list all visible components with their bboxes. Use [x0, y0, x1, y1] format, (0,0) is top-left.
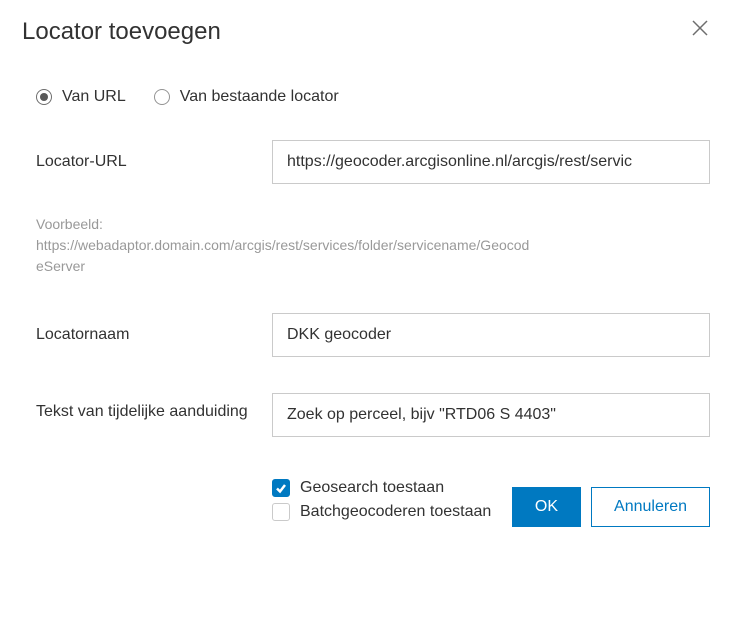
- example-label: Voorbeeld:: [36, 216, 103, 232]
- add-locator-dialog: Locator toevoegen Van URL Van bestaande …: [0, 0, 732, 543]
- batch-label: Batchgeocoderen toestaan: [300, 503, 491, 521]
- row-placeholder-text: Tekst van tijdelijke aanduiding: [36, 393, 710, 437]
- locator-name-input[interactable]: [272, 313, 710, 357]
- row-locator-url: Locator-URL: [36, 140, 710, 184]
- checkbox-icon: [272, 503, 290, 521]
- radio-label: Van URL: [62, 88, 126, 106]
- locator-url-input[interactable]: [272, 140, 710, 184]
- checkbox-icon: [272, 479, 290, 497]
- source-radio-group: Van URL Van bestaande locator: [36, 88, 710, 106]
- radio-icon: [36, 89, 52, 105]
- placeholder-text-input[interactable]: [272, 393, 710, 437]
- ok-button[interactable]: OK: [512, 487, 581, 527]
- row-locator-name: Locatornaam: [36, 313, 710, 357]
- locator-url-label: Locator-URL: [36, 151, 272, 173]
- radio-label: Van bestaande locator: [180, 88, 339, 106]
- radio-icon: [154, 89, 170, 105]
- geosearch-label: Geosearch toestaan: [300, 479, 444, 497]
- dialog-title: Locator toevoegen: [22, 18, 710, 46]
- close-icon[interactable]: [686, 14, 714, 42]
- placeholder-text-label: Tekst van tijdelijke aanduiding: [36, 393, 272, 423]
- example-text: Voorbeeld: https://webadaptor.domain.com…: [36, 214, 536, 277]
- example-url: https://webadaptor.domain.com/arcgis/res…: [36, 237, 529, 274]
- radio-from-existing[interactable]: Van bestaande locator: [154, 88, 339, 106]
- dialog-footer: OK Annuleren: [512, 487, 710, 527]
- cancel-button[interactable]: Annuleren: [591, 487, 710, 527]
- radio-from-url[interactable]: Van URL: [36, 88, 126, 106]
- locator-name-label: Locatornaam: [36, 324, 272, 346]
